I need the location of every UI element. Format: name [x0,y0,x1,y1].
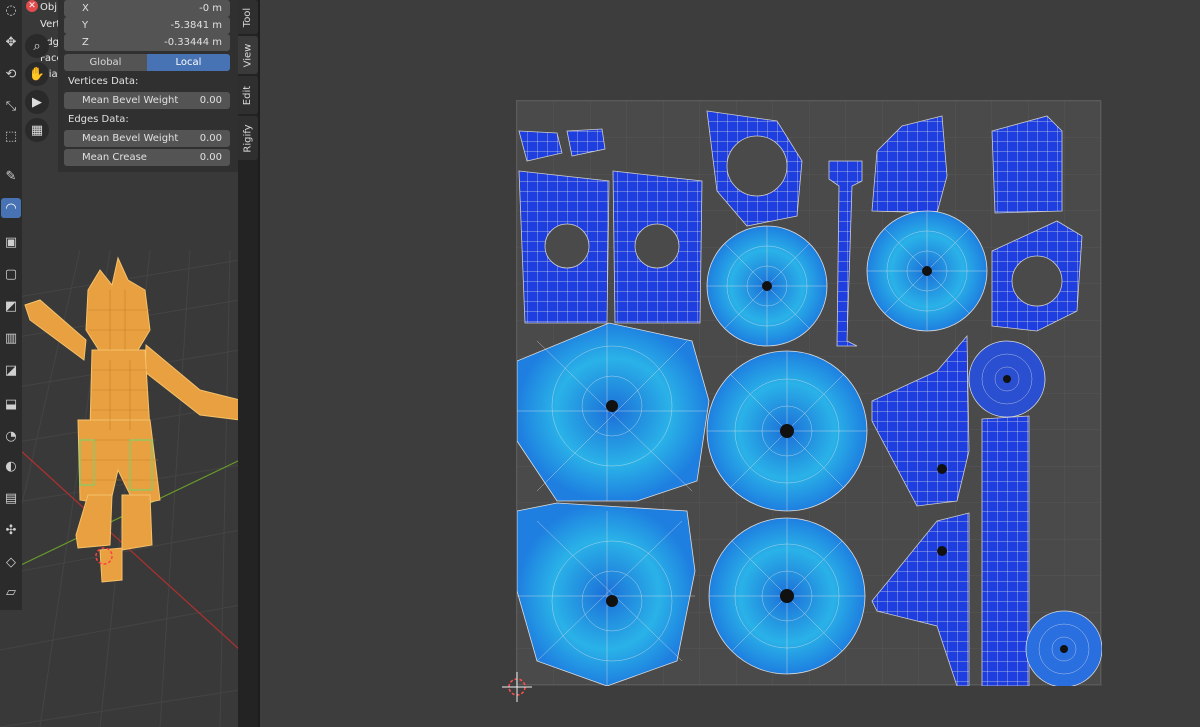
location-x-field[interactable]: X -0 m [64,0,230,17]
global-toggle[interactable]: Global [64,54,147,71]
tool-shelf: ◌ ✥ ⟲ ⤡ ⬚ ✎ ◠ ▣ ▢ ◩ ▥ ◪ ⬓ ◔ ◐ ▤ ✣ ◇ ▱ [0,0,22,610]
location-x-value: -0 m [199,3,222,14]
uv-grid [516,100,1103,688]
spin-tool-icon[interactable]: ◔ [1,426,21,446]
location-x-label: X [82,3,89,14]
sidebar-tabs: Tool View Edit Rigify [238,0,258,727]
edge-bevel-weight-field[interactable]: Mean Bevel Weight 0.00 [64,130,230,147]
shrink-tool-icon[interactable]: ✣ [1,520,21,540]
location-z-value: -0.33444 m [164,37,222,48]
local-toggle[interactable]: Local [147,54,230,71]
tab-rigify-label: Rigify [242,123,254,153]
camera-icon[interactable]: ▶ [25,90,49,114]
select-tool-icon[interactable]: ◌ [1,0,21,20]
edge-slide-tool-icon[interactable]: ▤ [1,488,21,508]
uv-islands [516,101,1103,688]
tab-rigify[interactable]: Rigify [238,116,258,160]
tab-tool[interactable]: Tool [238,0,258,34]
vertex-bevel-weight-field[interactable]: Mean Bevel Weight 0.00 [64,92,230,109]
smooth-tool-icon[interactable]: ◐ [1,456,21,476]
inset-tool-icon[interactable]: ▢ [1,264,21,284]
stats-objects: Obj [40,2,57,13]
scale-tool-icon[interactable]: ⤡ [1,96,21,116]
character-mesh [24,256,240,583]
item-properties-panel: X -0 m Y -5.3841 m Z -0.33444 m Global L… [58,0,238,172]
zoom-icon[interactable]: ⌕ [25,34,49,58]
edges-data-heading: Edges Data: [68,114,129,125]
location-y-value: -5.3841 m [170,20,222,31]
vertex-bevel-weight-value: 0.00 [199,95,222,106]
close-icon[interactable]: ✕ [26,0,38,12]
tab-view-label: View [242,43,254,67]
mean-crease-value: 0.00 [199,152,222,163]
bevel-tool-icon[interactable]: ◩ [1,296,21,316]
move-tool-icon[interactable]: ✥ [1,32,21,52]
edge-bevel-weight-value: 0.00 [199,133,222,144]
loop-cut-tool-icon[interactable]: ▥ [1,328,21,348]
transform-tool-icon[interactable]: ⬚ [1,126,21,146]
vertices-data-heading: Vertices Data: [68,76,139,87]
annotate-tool-icon[interactable]: ✎ [1,166,21,186]
location-z-field[interactable]: Z -0.33444 m [64,34,230,51]
location-z-label: Z [82,37,89,48]
grid-icon[interactable]: ▦ [25,118,49,142]
tab-edit-label: Edit [242,85,254,105]
rotate-tool-icon[interactable]: ⟲ [1,64,21,84]
tab-tool-label: Tool [242,7,254,27]
vertex-bevel-weight-label: Mean Bevel Weight [82,95,179,106]
tab-view[interactable]: View [238,36,258,74]
measure-tool-icon[interactable]: ◠ [1,198,21,218]
rip-tool-icon[interactable]: ▱ [1,582,21,602]
2d-cursor[interactable] [500,670,534,704]
poly-build-tool-icon[interactable]: ⬓ [1,394,21,414]
knife-tool-icon[interactable]: ◪ [1,360,21,380]
extrude-tool-icon[interactable]: ▣ [1,232,21,252]
edge-bevel-weight-label: Mean Bevel Weight [82,133,179,144]
mean-crease-label: Mean Crease [82,152,147,163]
location-y-label: Y [82,20,89,31]
tab-edit[interactable]: Edit [238,76,258,114]
uv-editor[interactable] [260,0,1200,727]
mean-crease-field[interactable]: Mean Crease 0.00 [64,149,230,166]
shear-tool-icon[interactable]: ◇ [1,552,21,572]
hand-icon[interactable]: ✋ [25,62,49,86]
location-y-field[interactable]: Y -5.3841 m [64,17,230,34]
